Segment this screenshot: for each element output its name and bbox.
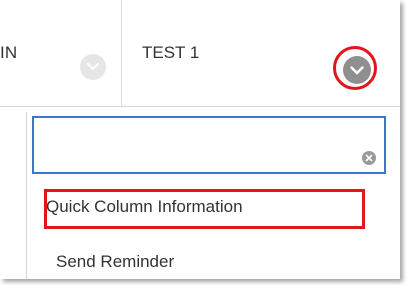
- highlight-ring: [333, 46, 377, 90]
- clear-icon[interactable]: [362, 151, 376, 165]
- column-menu-button-previous[interactable]: [80, 54, 106, 80]
- column-divider: [121, 0, 122, 106]
- highlight-box: [44, 189, 365, 229]
- menu-search-input[interactable]: [32, 116, 386, 174]
- column-header-test-1: TEST 1: [142, 43, 200, 62]
- column-header-previous: IN: [0, 43, 18, 62]
- column-header-row: IN TEST 1: [0, 0, 400, 107]
- chevron-down-icon: [87, 63, 99, 71]
- menu-item-send-reminder[interactable]: Send Reminder: [56, 252, 174, 272]
- grade-center-frame: IN TEST 1 Quick Column Information Send …: [0, 0, 400, 279]
